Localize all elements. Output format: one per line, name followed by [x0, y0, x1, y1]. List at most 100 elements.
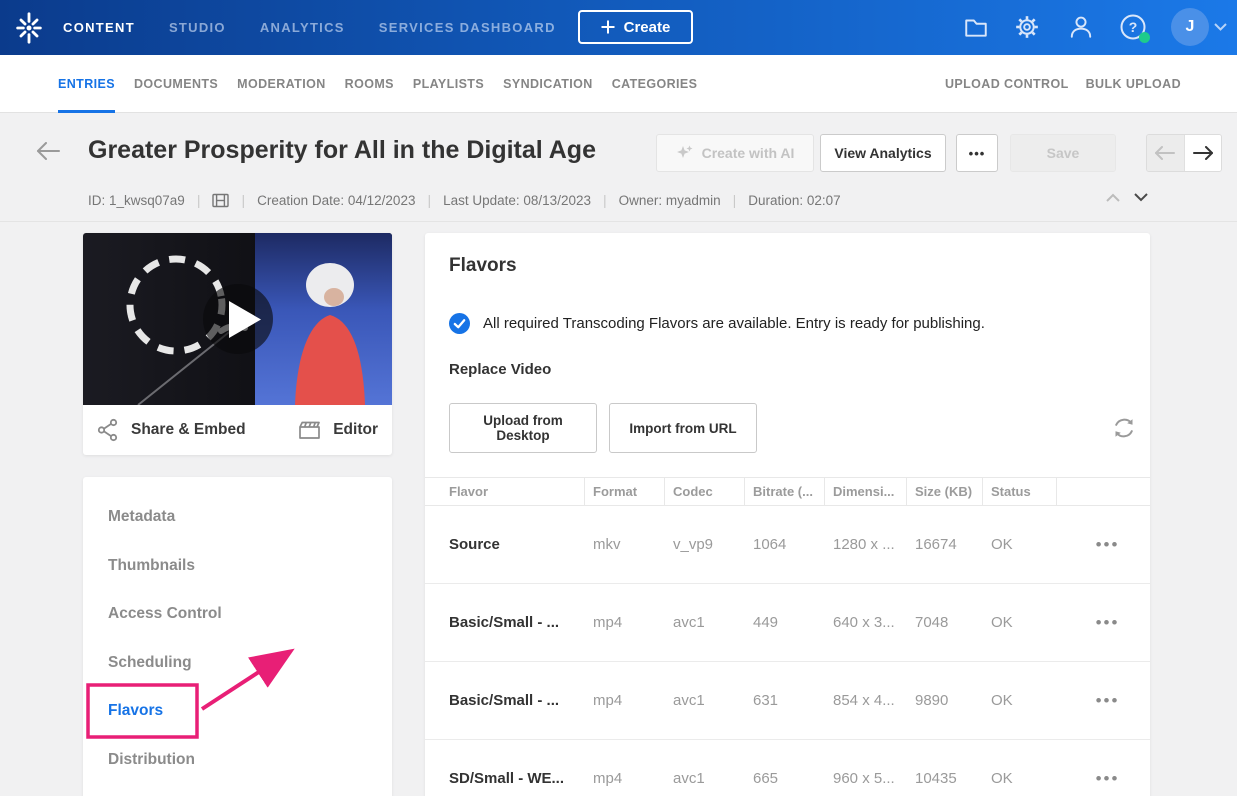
share-embed-button[interactable]: Share & Embed: [97, 418, 246, 442]
entry-title: Greater Prosperity for All in the Digita…: [88, 136, 596, 164]
help-icon[interactable]: ?: [1119, 13, 1150, 43]
share-icon: [97, 418, 118, 442]
cell-status: OK: [991, 536, 1013, 553]
menu-item-distribution[interactable]: Distribution: [83, 736, 392, 785]
menu-item-access-control[interactable]: Access Control: [83, 590, 392, 639]
cell-codec: avc1: [673, 692, 705, 709]
tab-upload-control[interactable]: UPLOAD CONTROL: [945, 55, 1069, 113]
video-thumbnail[interactable]: [83, 233, 392, 405]
content-sub-navbar: ENTRIES DOCUMENTS MODERATION ROOMS PLAYL…: [0, 55, 1237, 113]
kaltura-logo-icon[interactable]: [12, 11, 46, 45]
entry-meta-row: ID: 1_kwsq07a9 | | Creation Date: 04/12/…: [88, 192, 841, 208]
tab-categories[interactable]: CATEGORIES: [612, 55, 698, 113]
entry-id: ID: 1_kwsq07a9: [88, 192, 185, 208]
nav-item-analytics[interactable]: ANALYTICS: [260, 20, 345, 35]
projects-folder-icon[interactable]: [963, 14, 989, 40]
cell-dimensions: 960 x 5...: [833, 770, 895, 787]
transcoding-status: All required Transcoding Flavors are ava…: [449, 313, 985, 334]
previous-entry-button[interactable]: [1147, 135, 1184, 171]
content-tabs: ENTRIES DOCUMENTS MODERATION ROOMS PLAYL…: [58, 55, 697, 113]
avatar-initial: J: [1185, 18, 1195, 35]
chevron-down-icon[interactable]: [1134, 193, 1148, 202]
chevron-up-icon[interactable]: [1106, 193, 1120, 202]
replace-video-label: Replace Video: [449, 361, 552, 378]
menu-item-flavors[interactable]: Flavors: [83, 687, 392, 736]
cell-flavor: SD/Small - WE...: [449, 770, 565, 787]
check-circle-icon: [449, 313, 470, 334]
more-actions-button[interactable]: •••: [956, 134, 998, 172]
plus-icon: [601, 20, 615, 34]
cell-size: 10435: [915, 770, 957, 787]
upload-from-desktop-button[interactable]: Upload from Desktop: [449, 403, 597, 453]
cell-status: OK: [991, 692, 1013, 709]
cell-dimensions: 640 x 3...: [833, 614, 895, 631]
nav-item-services-dashboard[interactable]: SERVICES DASHBOARD: [379, 20, 556, 35]
menu-item-scheduling[interactable]: Scheduling: [83, 639, 392, 688]
sparkle-icon: [676, 145, 693, 158]
notification-dot: [1139, 32, 1150, 43]
share-embed-label: Share & Embed: [131, 421, 246, 438]
row-menu-button[interactable]: •••: [1057, 613, 1150, 633]
cell-flavor: Basic/Small - ...: [449, 614, 560, 631]
cell-status: OK: [991, 614, 1013, 631]
avatar[interactable]: J: [1171, 8, 1209, 46]
import-from-url-button[interactable]: Import from URL: [609, 403, 757, 453]
menu-item-metadata[interactable]: Metadata: [83, 493, 392, 542]
table-row: Basic/Small - ... mp4 avc1 631 854 x 4..…: [425, 662, 1150, 740]
back-arrow-icon[interactable]: [36, 142, 60, 160]
top-nav-menu: CONTENT STUDIO ANALYTICS SERVICES DASHBO…: [63, 0, 556, 55]
refresh-icon[interactable]: [1111, 415, 1137, 441]
cell-size: 9890: [915, 692, 949, 709]
tab-rooms[interactable]: ROOMS: [345, 55, 394, 113]
user-icon[interactable]: [1068, 14, 1094, 40]
editor-label: Editor: [333, 421, 378, 438]
tab-syndication[interactable]: SYNDICATION: [503, 55, 593, 113]
flavors-panel: Flavors All required Transcoding Flavors…: [425, 233, 1150, 796]
column-header-size[interactable]: Size (KB): [907, 478, 983, 505]
create-button[interactable]: Create: [578, 10, 693, 44]
player-actions-bar: Share & Embed Editor: [83, 405, 392, 455]
chevron-down-icon[interactable]: [1214, 23, 1227, 31]
tab-moderation[interactable]: MODERATION: [237, 55, 326, 113]
column-header-flavor[interactable]: Flavor: [425, 478, 585, 505]
cell-bitrate: 631: [753, 692, 779, 709]
nav-item-content[interactable]: CONTENT: [63, 20, 135, 35]
media-type-film-icon: [212, 193, 230, 207]
tab-bulk-upload[interactable]: BULK UPLOAD: [1086, 55, 1181, 113]
editor-button[interactable]: Editor: [298, 419, 378, 441]
tab-documents[interactable]: DOCUMENTS: [134, 55, 218, 113]
create-button-label: Create: [623, 18, 671, 36]
save-button[interactable]: Save: [1010, 134, 1116, 172]
cell-bitrate: 665: [753, 770, 779, 787]
tab-playlists[interactable]: PLAYLISTS: [413, 55, 484, 113]
player-card: Share & Embed Editor: [83, 233, 392, 455]
cell-status: OK: [991, 770, 1013, 787]
nav-item-studio[interactable]: STUDIO: [169, 20, 226, 35]
view-analytics-button[interactable]: View Analytics: [820, 134, 946, 172]
create-with-ai-button[interactable]: Create with AI: [656, 134, 814, 172]
row-menu-button[interactable]: •••: [1057, 769, 1150, 789]
clapperboard-icon: [299, 421, 321, 439]
column-header-codec[interactable]: Codec: [665, 478, 745, 505]
column-header-bitrate[interactable]: Bitrate (...: [745, 478, 825, 505]
entry-section-menu: Metadata Thumbnails Access Control Sched…: [83, 477, 392, 796]
last-update: Last Update: 08/13/2023: [443, 192, 591, 208]
column-header-format[interactable]: Format: [585, 478, 665, 505]
next-entry-button[interactable]: [1183, 135, 1221, 171]
column-header-status[interactable]: Status: [983, 478, 1057, 505]
cell-codec: v_vp9: [673, 536, 714, 553]
column-header-dimensions[interactable]: Dimensi...: [825, 478, 907, 505]
upload-tabs: UPLOAD CONTROL BULK UPLOAD: [945, 55, 1181, 113]
cell-flavor: Source: [449, 536, 500, 553]
replace-video-buttons: Upload from Desktop Import from URL: [449, 403, 757, 453]
flavors-panel-title: Flavors: [449, 255, 517, 276]
row-menu-button[interactable]: •••: [1057, 535, 1150, 555]
header-divider: [0, 221, 1237, 222]
tab-entries[interactable]: ENTRIES: [58, 55, 115, 113]
menu-item-thumbnails[interactable]: Thumbnails: [83, 542, 392, 591]
flavors-table-header: Flavor Format Codec Bitrate (... Dimensi…: [425, 477, 1150, 506]
meta-collapse-controls: [1106, 193, 1148, 202]
row-menu-button[interactable]: •••: [1057, 691, 1150, 711]
settings-gear-icon[interactable]: [1014, 14, 1040, 40]
duration: Duration: 02:07: [748, 192, 841, 208]
